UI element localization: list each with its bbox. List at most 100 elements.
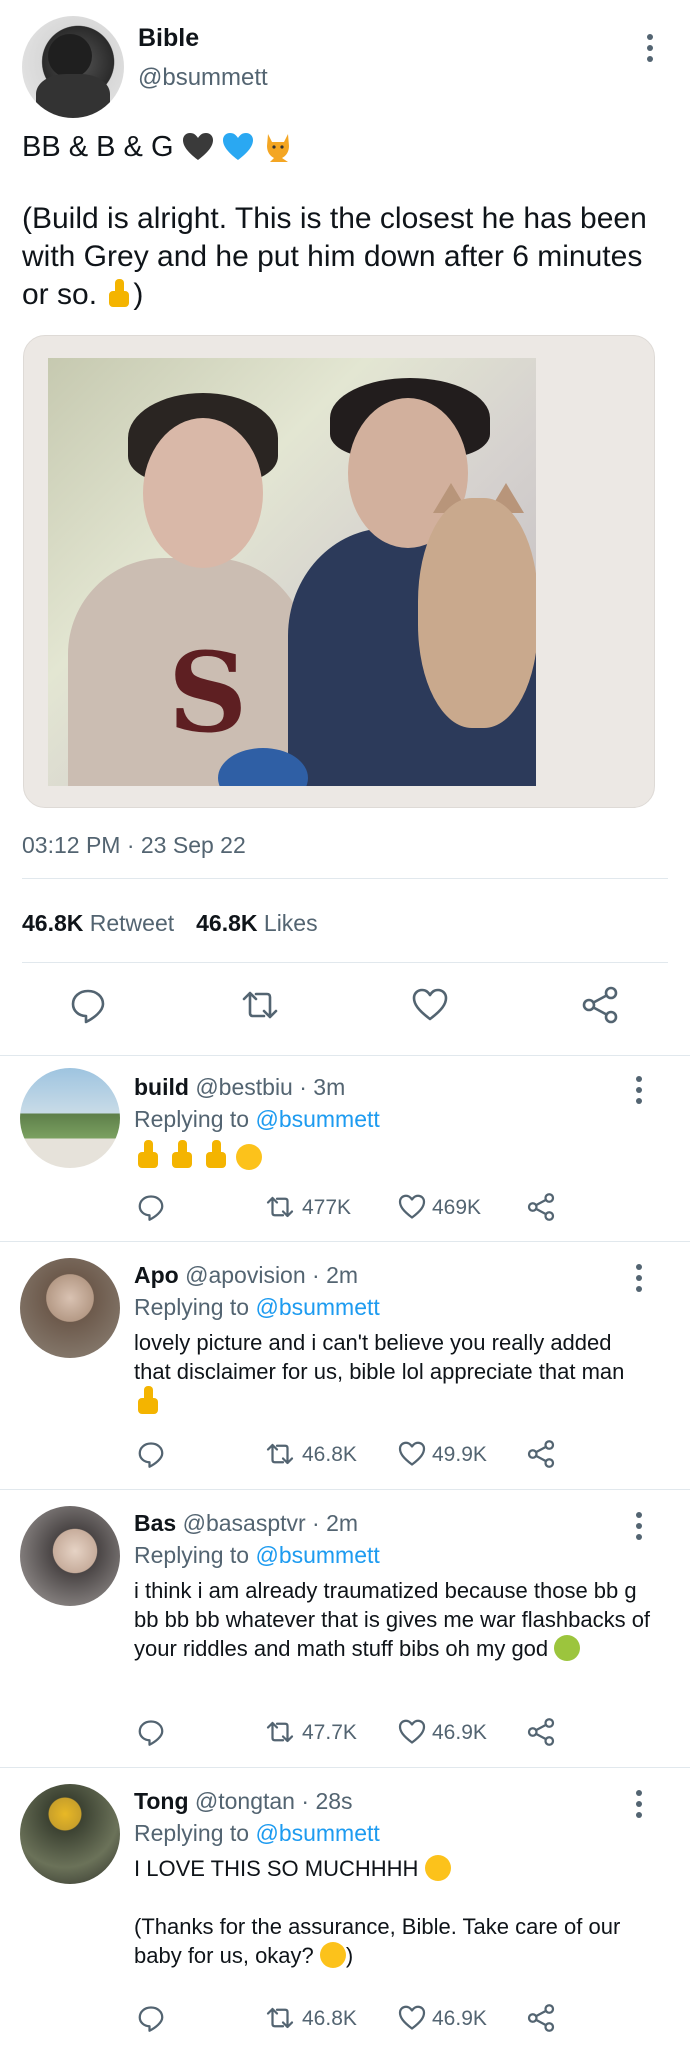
reply-like-count: 469K bbox=[432, 1196, 482, 1219]
tweet-body: (Build is alright. This is the closest h… bbox=[22, 200, 662, 314]
jacket-letter: S bbox=[168, 628, 248, 757]
heart-icon[interactable] bbox=[396, 1439, 428, 1469]
reply-text: lovely picture and i can't believe you r… bbox=[134, 1328, 654, 1418]
author-display-name[interactable]: Bible bbox=[138, 24, 199, 53]
retweet-stat[interactable]: 46.8K Retweet bbox=[22, 910, 174, 937]
blue-heart-icon bbox=[222, 133, 253, 160]
share-icon[interactable] bbox=[526, 1192, 556, 1222]
reply-avatar[interactable] bbox=[20, 1506, 120, 1606]
retweet-icon[interactable] bbox=[264, 1717, 296, 1747]
retweet-icon[interactable] bbox=[264, 1439, 296, 1469]
reply-icon[interactable] bbox=[136, 1439, 166, 1469]
nauseated-face-icon bbox=[554, 1635, 581, 1661]
more-options-icon[interactable] bbox=[627, 1264, 651, 1292]
reply-action-bar: 477K 469K bbox=[134, 1192, 564, 1224]
reply-icon[interactable] bbox=[68, 985, 108, 1025]
reply-item[interactable]: build @bestbiu · 3m Replying to @bsummet… bbox=[0, 1056, 690, 1241]
likes-stat[interactable]: 46.8K Likes bbox=[196, 910, 317, 937]
heart-icon[interactable] bbox=[396, 2003, 428, 2033]
replying-label: Replying to bbox=[134, 1820, 250, 1846]
reply-handle[interactable]: @basasptvr bbox=[183, 1510, 306, 1536]
reply-text bbox=[134, 1140, 654, 1172]
reply-time: 28s bbox=[315, 1788, 353, 1814]
cat-icon bbox=[266, 134, 289, 162]
heart-icon[interactable] bbox=[396, 1717, 428, 1747]
thumbs-up-icon bbox=[168, 1140, 196, 1170]
reply-time: 3m bbox=[313, 1074, 346, 1100]
author-handle[interactable]: @bsummett bbox=[138, 64, 268, 92]
reply-retweet-count: 47.7K bbox=[302, 1721, 357, 1744]
reply-avatar[interactable] bbox=[20, 1258, 120, 1358]
sneezing-face-icon bbox=[319, 1942, 346, 1968]
share-icon[interactable] bbox=[526, 2003, 556, 2033]
reply-like-count: 46.9K bbox=[432, 1721, 487, 1744]
reply-name[interactable]: Tong bbox=[134, 1788, 189, 1814]
reply-header: Tong @tongtan · 28s bbox=[134, 1788, 353, 1814]
reply-text-second: (Thanks for the assurance, Bible. Take c… bbox=[134, 1912, 654, 1970]
reply-action-bar: 47.7K 46.9K bbox=[134, 1717, 564, 1749]
more-options-icon[interactable] bbox=[638, 34, 662, 62]
divider bbox=[22, 878, 668, 879]
sneezing-face-icon bbox=[236, 1144, 263, 1170]
replying-to-link[interactable]: @bsummett bbox=[255, 1294, 379, 1320]
thumbs-up-icon bbox=[202, 1140, 230, 1170]
tweet-line1-text: BB & B & G bbox=[22, 130, 174, 163]
black-heart-icon bbox=[182, 133, 213, 160]
share-icon[interactable] bbox=[526, 1439, 556, 1469]
retweet-label: Retweet bbox=[89, 910, 175, 936]
main-tweet: Bible @bsummett BB & B & G (Build is alr… bbox=[0, 0, 690, 1056]
reply-time: 2m bbox=[326, 1510, 359, 1536]
reply-icon[interactable] bbox=[136, 2003, 166, 2033]
replying-to-link[interactable]: @bsummett bbox=[255, 1820, 379, 1846]
reply-text: i think i am already traumatized because… bbox=[134, 1576, 654, 1663]
more-options-icon[interactable] bbox=[627, 1790, 651, 1818]
likes-count: 46.8K bbox=[196, 910, 258, 936]
reply-name[interactable]: Apo bbox=[134, 1262, 179, 1288]
reply-item[interactable]: Apo @apovision · 2m Replying to @bsummet… bbox=[0, 1242, 690, 1489]
replying-to-link[interactable]: @bsummett bbox=[255, 1106, 379, 1132]
thumbs-up-icon bbox=[134, 1140, 162, 1170]
replying-label: Replying to bbox=[134, 1294, 250, 1320]
retweet-icon[interactable] bbox=[264, 2003, 296, 2033]
author-avatar[interactable] bbox=[22, 16, 124, 118]
tweet-stats: 46.8K Retweet 46.8K Likes bbox=[22, 910, 318, 937]
reply-avatar[interactable] bbox=[20, 1784, 120, 1884]
reply-text-content: I LOVE THIS SO MUCHHHH bbox=[134, 1856, 419, 1881]
reply-handle[interactable]: @bestbiu bbox=[195, 1074, 293, 1100]
reply-retweet-count: 46.8K bbox=[302, 2007, 357, 2030]
reply-icon[interactable] bbox=[136, 1717, 166, 1747]
reply-retweet-count: 46.8K bbox=[302, 1443, 357, 1466]
reply-like-count: 49.9K bbox=[432, 1443, 487, 1466]
replying-to-link[interactable]: @bsummett bbox=[255, 1542, 379, 1568]
reply-text: I LOVE THIS SO MUCHHHH bbox=[134, 1854, 654, 1883]
divider bbox=[22, 962, 668, 963]
heart-icon[interactable] bbox=[410, 985, 450, 1025]
tweet-photo[interactable]: S bbox=[23, 335, 655, 808]
more-options-icon[interactable] bbox=[627, 1512, 651, 1540]
tweet-timestamp[interactable]: 03:12 PM · 23 Sep 22 bbox=[22, 832, 246, 859]
reply-retweet-count: 477K bbox=[302, 1196, 352, 1219]
more-options-icon[interactable] bbox=[627, 1076, 651, 1104]
reply-icon[interactable] bbox=[136, 1192, 166, 1222]
polaroid-photo: S bbox=[48, 358, 536, 786]
reply-header: Apo @apovision · 2m bbox=[134, 1262, 359, 1288]
reply-handle[interactable]: @apovision bbox=[185, 1262, 306, 1288]
share-icon[interactable] bbox=[580, 985, 620, 1025]
reply-name[interactable]: Bas bbox=[134, 1510, 176, 1536]
replying-to: Replying to @bsummett bbox=[134, 1820, 380, 1847]
thumbs-up-icon bbox=[105, 279, 133, 309]
reply-action-bar: 46.8K 49.9K bbox=[134, 1439, 564, 1471]
thumbs-up-icon bbox=[134, 1386, 162, 1416]
reply-item[interactable]: Bas @basasptvr · 2m Replying to @bsummet… bbox=[0, 1490, 690, 1767]
reply-name[interactable]: build bbox=[134, 1074, 189, 1100]
retweet-icon[interactable] bbox=[264, 1192, 296, 1222]
crying-face-icon bbox=[424, 1855, 451, 1881]
heart-icon[interactable] bbox=[396, 1192, 428, 1222]
reply-item[interactable]: Tong @tongtan · 28s Replying to @bsummet… bbox=[0, 1768, 690, 2048]
share-icon[interactable] bbox=[526, 1717, 556, 1747]
reply-handle[interactable]: @tongtan bbox=[195, 1788, 295, 1814]
replying-label: Replying to bbox=[134, 1542, 250, 1568]
retweet-icon[interactable] bbox=[240, 985, 280, 1025]
reply-avatar[interactable] bbox=[20, 1068, 120, 1168]
replying-to: Replying to @bsummett bbox=[134, 1294, 380, 1321]
